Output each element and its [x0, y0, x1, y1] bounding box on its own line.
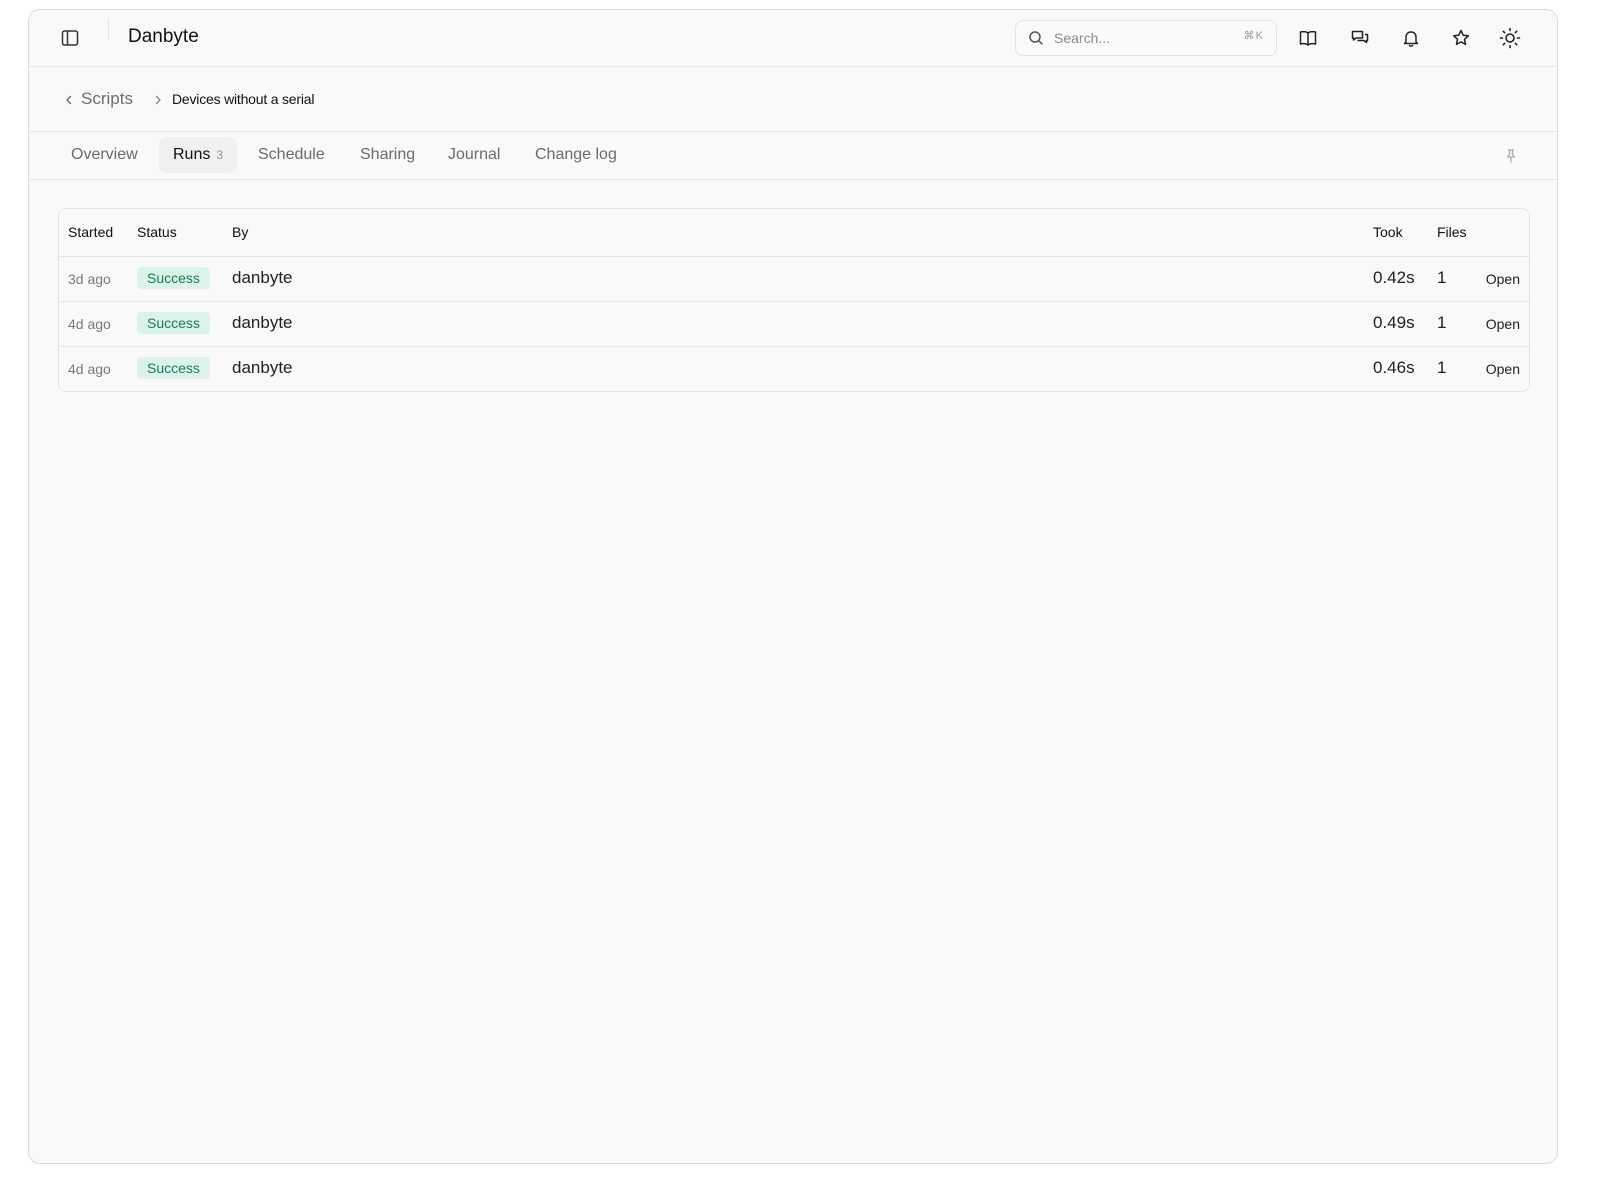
breadcrumb-parent-link[interactable]: Scripts	[81, 89, 133, 109]
tab-schedule[interactable]: Schedule	[258, 137, 325, 173]
tab-overview[interactable]: Overview	[71, 137, 138, 173]
top-bar: Danbyte ⌘K	[29, 10, 1557, 67]
status-badge: Success	[137, 312, 210, 334]
column-header-status[interactable]: Status	[137, 224, 177, 240]
column-header-files[interactable]: Files	[1437, 224, 1467, 240]
book-open-icon[interactable]	[1297, 27, 1319, 49]
tab-label: Schedule	[258, 146, 325, 163]
files-cell: 1	[1437, 268, 1447, 287]
tab-sharing[interactable]: Sharing	[360, 137, 415, 173]
by-cell: danbyte	[232, 313, 293, 332]
started-cell: 3d ago	[68, 271, 111, 287]
column-header-took[interactable]: Took	[1373, 224, 1403, 240]
tab-bar: Overview Runs 3 Schedule Sharing Journal …	[29, 132, 1557, 180]
by-cell: danbyte	[232, 268, 293, 287]
open-link[interactable]: Open	[1486, 361, 1520, 377]
tab-change-log[interactable]: Change log	[535, 137, 617, 173]
took-cell: 0.42s	[1373, 268, 1415, 287]
sidebar-toggle-icon[interactable]	[59, 27, 81, 49]
files-cell: 1	[1437, 313, 1447, 332]
open-link[interactable]: Open	[1486, 271, 1520, 287]
table-row[interactable]: 4d ago Success danbyte 0.46s 1 Open	[59, 347, 1529, 391]
tab-label: Sharing	[360, 146, 416, 163]
tab-label: Overview	[71, 146, 138, 163]
divider	[108, 18, 109, 40]
chevron-right-icon	[152, 94, 164, 106]
breadcrumb: Scripts Devices without a serial	[29, 67, 1557, 132]
started-cell: 4d ago	[68, 316, 111, 332]
app-title: Danbyte	[128, 26, 199, 47]
search-icon	[1028, 30, 1044, 46]
took-cell: 0.49s	[1373, 313, 1415, 332]
search-box[interactable]: ⌘K	[1015, 20, 1277, 56]
pin-icon[interactable]	[1503, 148, 1519, 164]
star-icon[interactable]	[1450, 27, 1472, 49]
status-badge: Success	[137, 267, 210, 289]
tab-journal[interactable]: Journal	[448, 137, 500, 173]
runs-table: Started Status By Took Files 3d ago Succ…	[58, 208, 1530, 392]
tab-label: Runs	[173, 146, 211, 163]
sun-icon[interactable]	[1499, 27, 1521, 49]
table-row[interactable]: 3d ago Success danbyte 0.42s 1 Open	[59, 257, 1529, 302]
bell-icon[interactable]	[1400, 27, 1422, 49]
tab-count-badge: 3	[216, 148, 224, 162]
tab-label: Change log	[535, 146, 617, 163]
table-row[interactable]: 4d ago Success danbyte 0.49s 1 Open	[59, 302, 1529, 347]
status-badge: Success	[137, 357, 210, 379]
column-header-by[interactable]: By	[232, 224, 248, 240]
chevron-left-icon[interactable]	[63, 94, 75, 106]
search-input[interactable]	[1052, 29, 1236, 47]
files-cell: 1	[1437, 358, 1447, 377]
chat-bubbles-icon[interactable]	[1349, 27, 1371, 49]
open-link[interactable]: Open	[1486, 316, 1520, 332]
column-header-started[interactable]: Started	[68, 224, 113, 240]
app-window: Danbyte ⌘K Scripts	[28, 9, 1558, 1164]
breadcrumb-current: Devices without a serial	[172, 91, 315, 107]
tab-label: Journal	[448, 146, 501, 163]
started-cell: 4d ago	[68, 361, 111, 377]
table-header: Started Status By Took Files	[59, 209, 1529, 257]
search-shortcut-hint: ⌘K	[1243, 30, 1264, 42]
by-cell: danbyte	[232, 358, 293, 377]
took-cell: 0.46s	[1373, 358, 1415, 377]
tab-runs[interactable]: Runs 3	[159, 137, 238, 173]
